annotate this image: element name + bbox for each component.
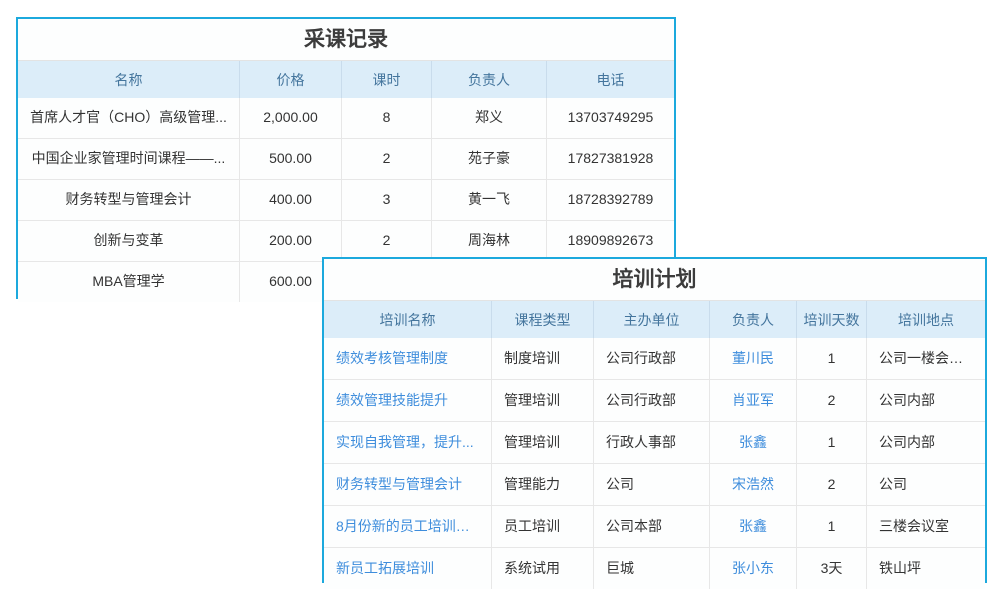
table-cell: 管理培训 <box>492 422 594 463</box>
table-cell: 2,000.00 <box>240 98 342 138</box>
header-cell: 主办单位 <box>594 301 710 338</box>
table-cell: 18728392789 <box>547 180 674 220</box>
table-cell: 1 <box>797 338 867 379</box>
table-row: 财务转型与管理会计400.003黄一飞18728392789 <box>18 179 674 220</box>
table-cell: 1 <box>797 422 867 463</box>
table-row: 创新与变革200.002周海林18909892673 <box>18 220 674 261</box>
link-cell[interactable]: 实现自我管理，提升... <box>324 422 492 463</box>
table-cell: 三楼会议室 <box>867 506 985 547</box>
table-cell: 管理培训 <box>492 380 594 421</box>
link-cell[interactable]: 张小东 <box>710 548 797 589</box>
table-cell: 制度培训 <box>492 338 594 379</box>
table-cell: 3天 <box>797 548 867 589</box>
table-cell: 苑子豪 <box>432 139 547 179</box>
table-cell: 巨城 <box>594 548 710 589</box>
link-cell[interactable]: 财务转型与管理会计 <box>324 464 492 505</box>
table-cell: 18909892673 <box>547 221 674 261</box>
table-cell: 系统试用 <box>492 548 594 589</box>
table-cell: 2 <box>342 139 432 179</box>
table-row: 财务转型与管理会计管理能力公司宋浩然2公司 <box>324 463 985 505</box>
table-cell: 13703749295 <box>547 98 674 138</box>
table-row: 绩效管理技能提升管理培训公司行政部肖亚军2公司内部 <box>324 379 985 421</box>
table-row: 首席人才官（CHO）高级管理...2,000.008郑义13703749295 <box>18 98 674 138</box>
table-cell: 2 <box>797 380 867 421</box>
table-cell: 400.00 <box>240 180 342 220</box>
link-cell[interactable]: 张鑫 <box>710 506 797 547</box>
table-row: 绩效考核管理制度制度培训公司行政部董川民1公司一楼会议室 <box>324 338 985 379</box>
table-cell: 公司行政部 <box>594 380 710 421</box>
table-cell: 公司内部 <box>867 422 985 463</box>
table-cell: 中国企业家管理时间课程——... <box>18 139 240 179</box>
link-cell[interactable]: 张鑫 <box>710 422 797 463</box>
table-cell: 铁山坪 <box>867 548 985 589</box>
link-cell[interactable]: 新员工拓展培训 <box>324 548 492 589</box>
header-cell: 培训名称 <box>324 301 492 338</box>
link-cell[interactable]: 董川民 <box>710 338 797 379</box>
link-cell[interactable]: 绩效考核管理制度 <box>324 338 492 379</box>
table-row: 8月份新的员工培训计划员工培训公司本部张鑫1三楼会议室 <box>324 505 985 547</box>
table-cell: 公司本部 <box>594 506 710 547</box>
training-plan-header-row: 培训名称课程类型主办单位负责人培训天数培训地点 <box>324 301 985 338</box>
table-cell: 17827381928 <box>547 139 674 179</box>
table-cell: 公司内部 <box>867 380 985 421</box>
table-cell: 郑义 <box>432 98 547 138</box>
page: 采课记录 名称价格课时负责人电话 首席人才官（CHO）高级管理...2,000.… <box>0 0 1000 600</box>
table-cell: 公司行政部 <box>594 338 710 379</box>
header-cell: 培训地点 <box>867 301 985 338</box>
table-cell: 首席人才官（CHO）高级管理... <box>18 98 240 138</box>
training-plan-card: 培训计划 培训名称课程类型主办单位负责人培训天数培训地点 绩效考核管理制度制度培… <box>322 257 987 583</box>
header-cell: 课程类型 <box>492 301 594 338</box>
table-cell: MBA管理学 <box>18 262 240 302</box>
table-row: 新员工拓展培训系统试用巨城张小东3天铁山坪 <box>324 547 985 589</box>
table-cell: 周海林 <box>432 221 547 261</box>
purchase-records-header-row: 名称价格课时负责人电话 <box>18 61 674 98</box>
training-plan-title: 培训计划 <box>324 259 985 301</box>
table-cell: 创新与变革 <box>18 221 240 261</box>
table-cell: 200.00 <box>240 221 342 261</box>
header-cell: 价格 <box>240 61 342 98</box>
table-cell: 员工培训 <box>492 506 594 547</box>
table-cell: 公司 <box>867 464 985 505</box>
table-cell: 500.00 <box>240 139 342 179</box>
link-cell[interactable]: 8月份新的员工培训计划 <box>324 506 492 547</box>
table-row: 中国企业家管理时间课程——...500.002苑子豪17827381928 <box>18 138 674 179</box>
table-cell: 行政人事部 <box>594 422 710 463</box>
header-cell: 培训天数 <box>797 301 867 338</box>
header-cell: 电话 <box>547 61 674 98</box>
table-cell: 2 <box>797 464 867 505</box>
header-cell: 名称 <box>18 61 240 98</box>
header-cell: 课时 <box>342 61 432 98</box>
table-cell: 财务转型与管理会计 <box>18 180 240 220</box>
link-cell[interactable]: 宋浩然 <box>710 464 797 505</box>
link-cell[interactable]: 肖亚军 <box>710 380 797 421</box>
table-row: 实现自我管理，提升...管理培训行政人事部张鑫1公司内部 <box>324 421 985 463</box>
header-cell: 负责人 <box>432 61 547 98</box>
table-cell: 8 <box>342 98 432 138</box>
table-cell: 3 <box>342 180 432 220</box>
table-cell: 公司 <box>594 464 710 505</box>
table-cell: 1 <box>797 506 867 547</box>
table-cell: 管理能力 <box>492 464 594 505</box>
training-plan-body: 绩效考核管理制度制度培训公司行政部董川民1公司一楼会议室绩效管理技能提升管理培训… <box>324 338 985 589</box>
header-cell: 负责人 <box>710 301 797 338</box>
table-cell: 2 <box>342 221 432 261</box>
purchase-records-title: 采课记录 <box>18 19 674 61</box>
table-cell: 公司一楼会议室 <box>867 338 985 379</box>
table-cell: 黄一飞 <box>432 180 547 220</box>
link-cell[interactable]: 绩效管理技能提升 <box>324 380 492 421</box>
